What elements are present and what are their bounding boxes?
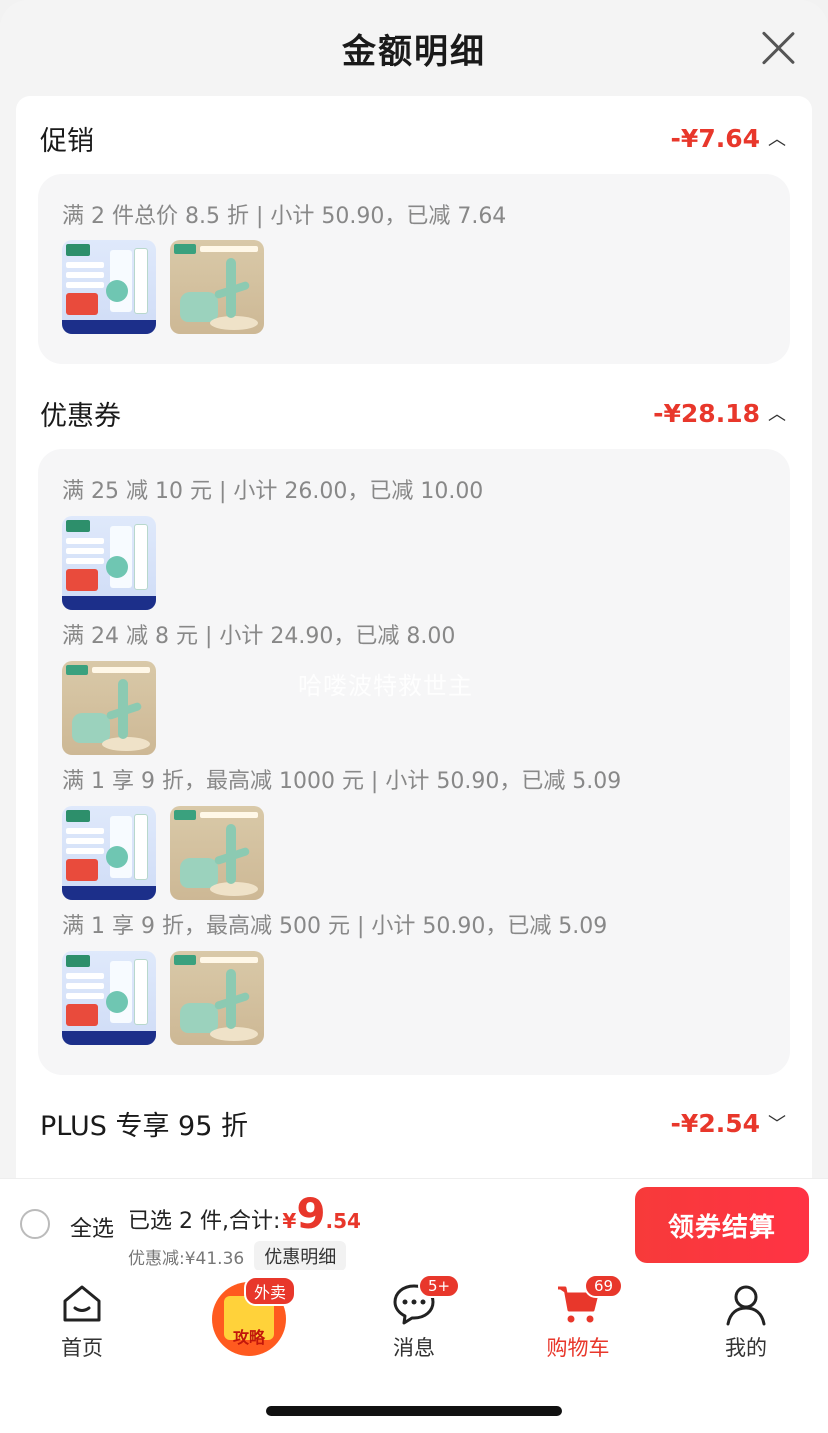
bottom-tab-bar: 首页 攻略 外卖 消息 5+ 购物车 69 我的 <box>0 1270 828 1433</box>
user-icon <box>726 1285 766 1326</box>
amount-detail-sheet: 金额明细 促销 -¥7.64 ︿ 满 2 件总价 8.5 折 | 小计 50.90… <box>0 0 828 1433</box>
plus-title: PLUS 专享 95 折 <box>40 1110 248 1142</box>
summary-label: 已选 2 件,合计: <box>128 1209 281 1234</box>
discount-text: 优惠减:¥41.36 <box>128 1248 245 1269</box>
coupon-rule: 满 25 减 10 元 | 小计 26.00，已减 10.00 <box>62 479 484 504</box>
home-indicator <box>266 1406 562 1416</box>
close-icon[interactable] <box>758 28 798 68</box>
plus-amount: -¥2.54 ﹀ <box>670 1108 786 1138</box>
toothbrush-thumbnail[interactable] <box>170 806 264 900</box>
select-all-checkbox[interactable] <box>20 1209 50 1239</box>
coupon-rule: 满 1 享 9 折，最高减 1000 元 | 小计 50.90，已减 5.09 <box>62 769 622 794</box>
total-summary: 已选 2 件,合计: ¥ 9 .54 <box>128 1193 361 1235</box>
cart-badge: 69 <box>584 1274 624 1298</box>
coupon-panel: 满 25 减 10 元 | 小计 26.00，已减 10.00 满 24 减 8… <box>38 449 790 1075</box>
promo-inner-label: 攻略 <box>232 1328 265 1347</box>
toothpaste-thumbnail[interactable] <box>62 951 156 1045</box>
toothpaste-thumbnail[interactable] <box>62 806 156 900</box>
toothbrush-thumbnail[interactable] <box>62 661 156 755</box>
coupon-rule: 满 24 减 8 元 | 小计 24.90，已减 8.00 <box>62 624 456 649</box>
promo-badge: 外卖 <box>244 1276 297 1306</box>
watermark: 哈喽波特救世主 <box>298 672 473 700</box>
tab-label: 我的 <box>725 1336 767 1360</box>
chevron-up-icon: ︿ <box>768 404 786 425</box>
tab-label: 首页 <box>61 1336 103 1360</box>
checkout-bar: 全选 已选 2 件,合计: ¥ 9 .54 优惠减:¥41.36 优惠明细 领券… <box>0 1178 828 1271</box>
chevron-down-icon: ﹀ <box>768 1114 786 1135</box>
tab-label: 消息 <box>393 1336 435 1360</box>
promotion-rule: 满 2 件总价 8.5 折 | 小计 50.90，已减 7.64 <box>62 204 507 229</box>
tab-home[interactable]: 首页 <box>22 1282 142 1372</box>
promotion-section-header[interactable]: 促销 -¥7.64 ︿ <box>40 113 786 163</box>
total-decimal: .54 <box>325 1209 361 1233</box>
coupon-title: 优惠券 <box>40 400 121 432</box>
discount-detail-button[interactable]: 优惠明细 <box>254 1241 347 1271</box>
plus-section-header[interactable]: PLUS 专享 95 折 -¥2.54 ﹀ <box>40 1098 786 1148</box>
tab-profile[interactable]: 我的 <box>686 1282 806 1372</box>
promotion-title: 促销 <box>40 125 94 157</box>
tab-messages[interactable]: 消息 5+ <box>354 1274 474 1372</box>
select-all-label[interactable]: 全选 <box>70 1211 114 1243</box>
detail-card: 促销 -¥7.64 ︿ 满 2 件总价 8.5 折 | 小计 50.90，已减 7… <box>16 96 812 1186</box>
message-badge: 5+ <box>418 1274 461 1298</box>
currency-symbol: ¥ <box>282 1209 297 1233</box>
promotion-amount: -¥7.64 ︿ <box>670 123 786 153</box>
sheet-header: 金额明细 <box>0 0 828 96</box>
checkout-button[interactable]: 领券结算 <box>635 1187 809 1263</box>
coupon-rule: 满 1 享 9 折，最高减 500 元 | 小计 50.90，已减 5.09 <box>62 914 608 939</box>
tab-label: 购物车 <box>546 1336 610 1360</box>
tab-cart[interactable]: 购物车 69 <box>518 1274 638 1372</box>
coupon-section-header[interactable]: 优惠券 -¥28.18 ︿ <box>40 388 786 438</box>
chevron-up-icon: ︿ <box>768 129 786 150</box>
toothpaste-thumbnail[interactable] <box>62 516 156 610</box>
sheet-title: 金额明细 <box>342 31 486 72</box>
toothbrush-thumbnail[interactable] <box>170 240 264 334</box>
total-integer: 9 <box>296 1189 326 1238</box>
coupon-amount: -¥28.18 ︿ <box>653 398 786 428</box>
discount-line: 优惠减:¥41.36 优惠明细 <box>128 1241 347 1271</box>
home-icon <box>63 1285 101 1322</box>
toothpaste-thumbnail[interactable] <box>62 240 156 334</box>
toothbrush-thumbnail[interactable] <box>170 951 264 1045</box>
promotion-panel: 满 2 件总价 8.5 折 | 小计 50.90，已减 7.64 <box>38 174 790 364</box>
